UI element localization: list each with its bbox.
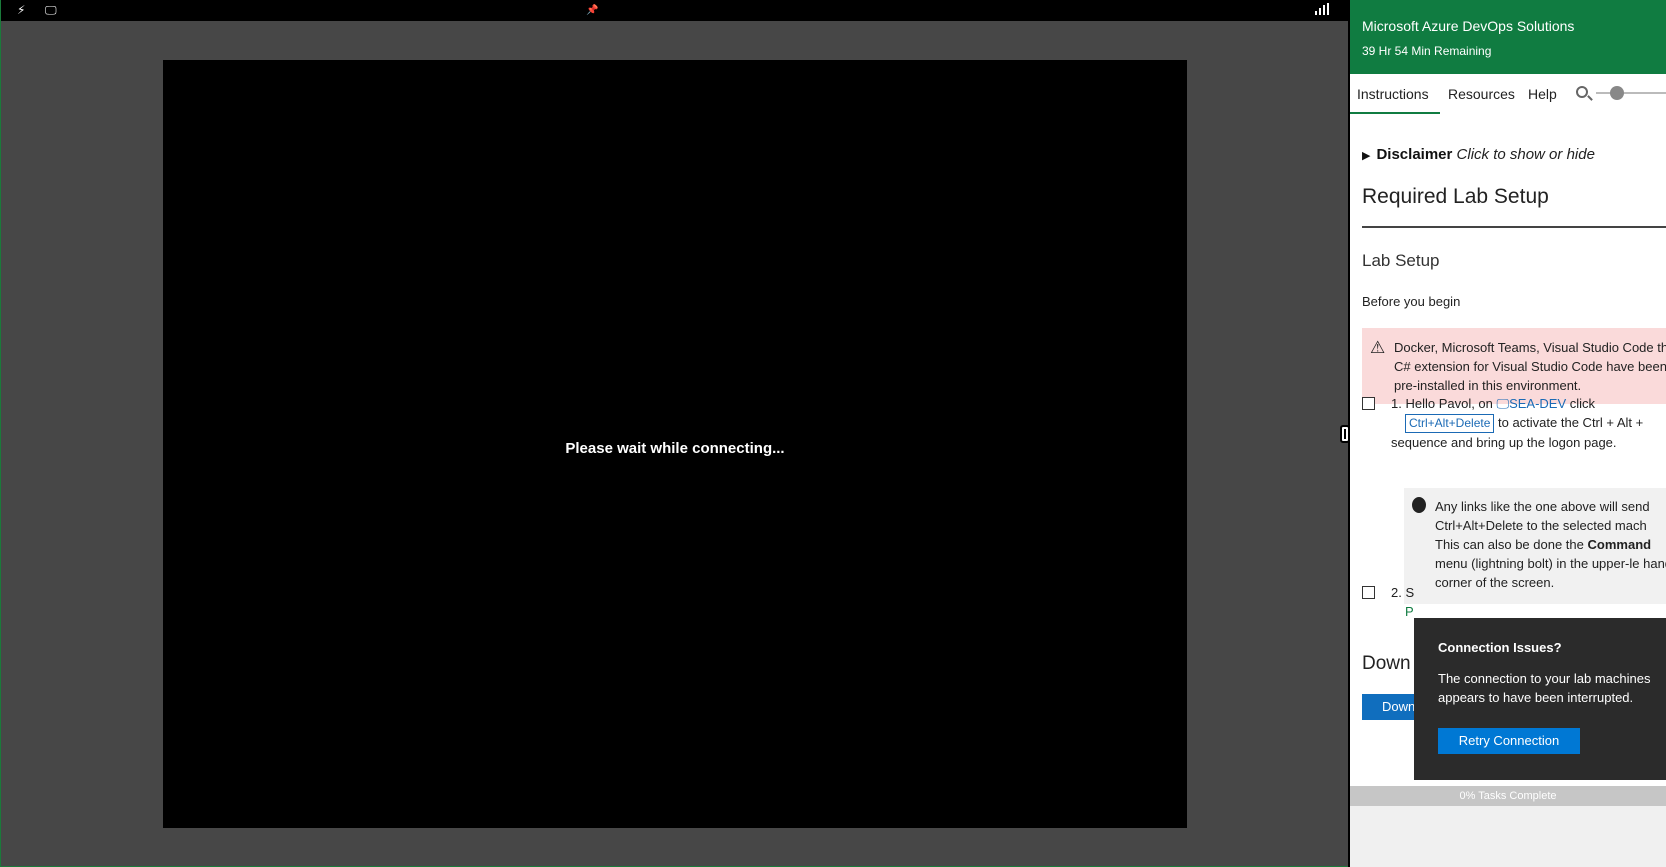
monitor-icon: 🖵 [1496,396,1510,411]
task-1: 1. Hello Pavol, on 🖵SEA-DEV click Ctrl+A… [1362,394,1666,452]
lightning-icon[interactable]: ⚡ [17,3,25,18]
monitor-icon[interactable]: 🖵 [45,3,57,18]
warning-alert: ⚠ Docker, Microsoft Teams, Visual Studio… [1362,328,1666,404]
zoom-slider-handle[interactable] [1610,86,1624,100]
heading-divider [1362,226,1666,228]
lab-title: Microsoft Azure DevOps Solutions [1362,18,1575,34]
pin-icon[interactable]: 📌 [586,3,598,18]
search-icon[interactable] [1576,86,1588,98]
warning-icon: ⚠ [1370,338,1386,357]
tip-bold: Command [1587,537,1652,552]
task-2-prefix: 2. S [1391,585,1415,600]
remote-screen[interactable]: Please wait while connecting... [163,60,1187,828]
expand-triangle-icon: ▶ [1362,150,1371,162]
tip-text-2: menu (lightning bolt) in the upper-le ha… [1435,556,1666,590]
task-2-line2: P [1405,604,1414,619]
remote-toolbar: ⚡ 🖵 📌 [1,0,1349,21]
page-title: Required Lab Setup [1362,185,1549,208]
intro-text: Before you begin [1362,294,1461,309]
alert-text: Docker, Microsoft Teams, Visual Studio C… [1394,340,1666,393]
panel-header: Microsoft Azure DevOps Solutions 39 Hr 5… [1350,0,1666,74]
tab-help[interactable]: Help [1528,86,1557,102]
tab-instructions[interactable]: Instructions [1357,86,1429,102]
dialog-title: Connection Issues? [1438,640,1562,655]
task-1-checkbox[interactable] [1362,397,1375,410]
disclaimer-hint: Click to show or hide [1456,146,1595,163]
retry-connection-button[interactable]: Retry Connection [1438,728,1580,754]
disclaimer-toggle[interactable]: ▶ Disclaimer Click to show or hide [1362,146,1595,163]
time-remaining: 39 Hr 54 Min Remaining [1362,44,1492,58]
disclaimer-label: Disclaimer [1376,146,1453,163]
dialog-message: The connection to your lab machines appe… [1438,671,1651,705]
ctrl-alt-delete-button[interactable]: Ctrl+Alt+Delete [1405,414,1495,433]
remote-session: ⚡ 🖵 📌 Please wait while connecting... [0,0,1349,867]
lightbulb-icon [1412,497,1426,513]
connection-issues-dialog: Connection Issues? The connection to you… [1414,618,1666,780]
signal-icon [1315,3,1329,18]
task-1-click: click [1569,396,1596,411]
task-2: 2. S P [1362,583,1414,621]
task-2-checkbox[interactable] [1362,586,1375,599]
machine-link[interactable]: SEA-DEV [1509,396,1566,411]
tasks-progress-bar: 0% Tasks Complete [1350,786,1666,806]
tab-resources[interactable]: Resources [1448,86,1515,102]
zoom-slider-track[interactable] [1596,92,1666,94]
connecting-message: Please wait while connecting... [565,440,785,457]
download-heading: Down [1362,653,1411,674]
section-title: Lab Setup [1362,251,1440,270]
tip-box: Any links like the one above will send C… [1404,488,1666,604]
task-1-prefix: 1. Hello Pavol, on [1391,396,1493,411]
